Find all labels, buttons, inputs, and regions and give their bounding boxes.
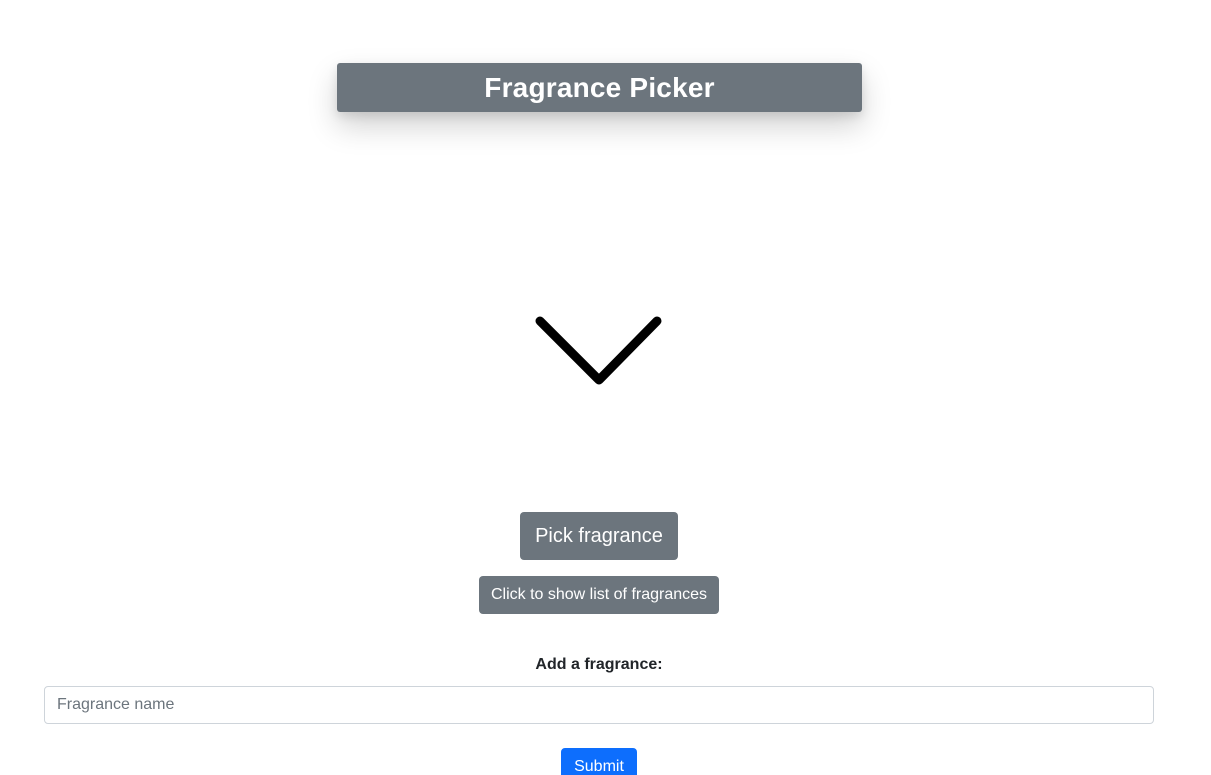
page-title: Fragrance Picker	[484, 71, 715, 103]
fragrance-name-input[interactable]	[44, 686, 1154, 724]
submit-button[interactable]: Submit	[561, 748, 637, 775]
chevron-down-icon	[535, 316, 662, 385]
fragrance-picker-page: Fragrance Picker Pick fragrance Click to…	[0, 0, 1211, 775]
title-banner: Fragrance Picker	[337, 63, 862, 112]
show-fragrance-list-button[interactable]: Click to show list of fragrances	[479, 576, 719, 614]
pick-fragrance-button[interactable]: Pick fragrance	[520, 512, 678, 560]
add-fragrance-label: Add a fragrance:	[535, 656, 663, 673]
